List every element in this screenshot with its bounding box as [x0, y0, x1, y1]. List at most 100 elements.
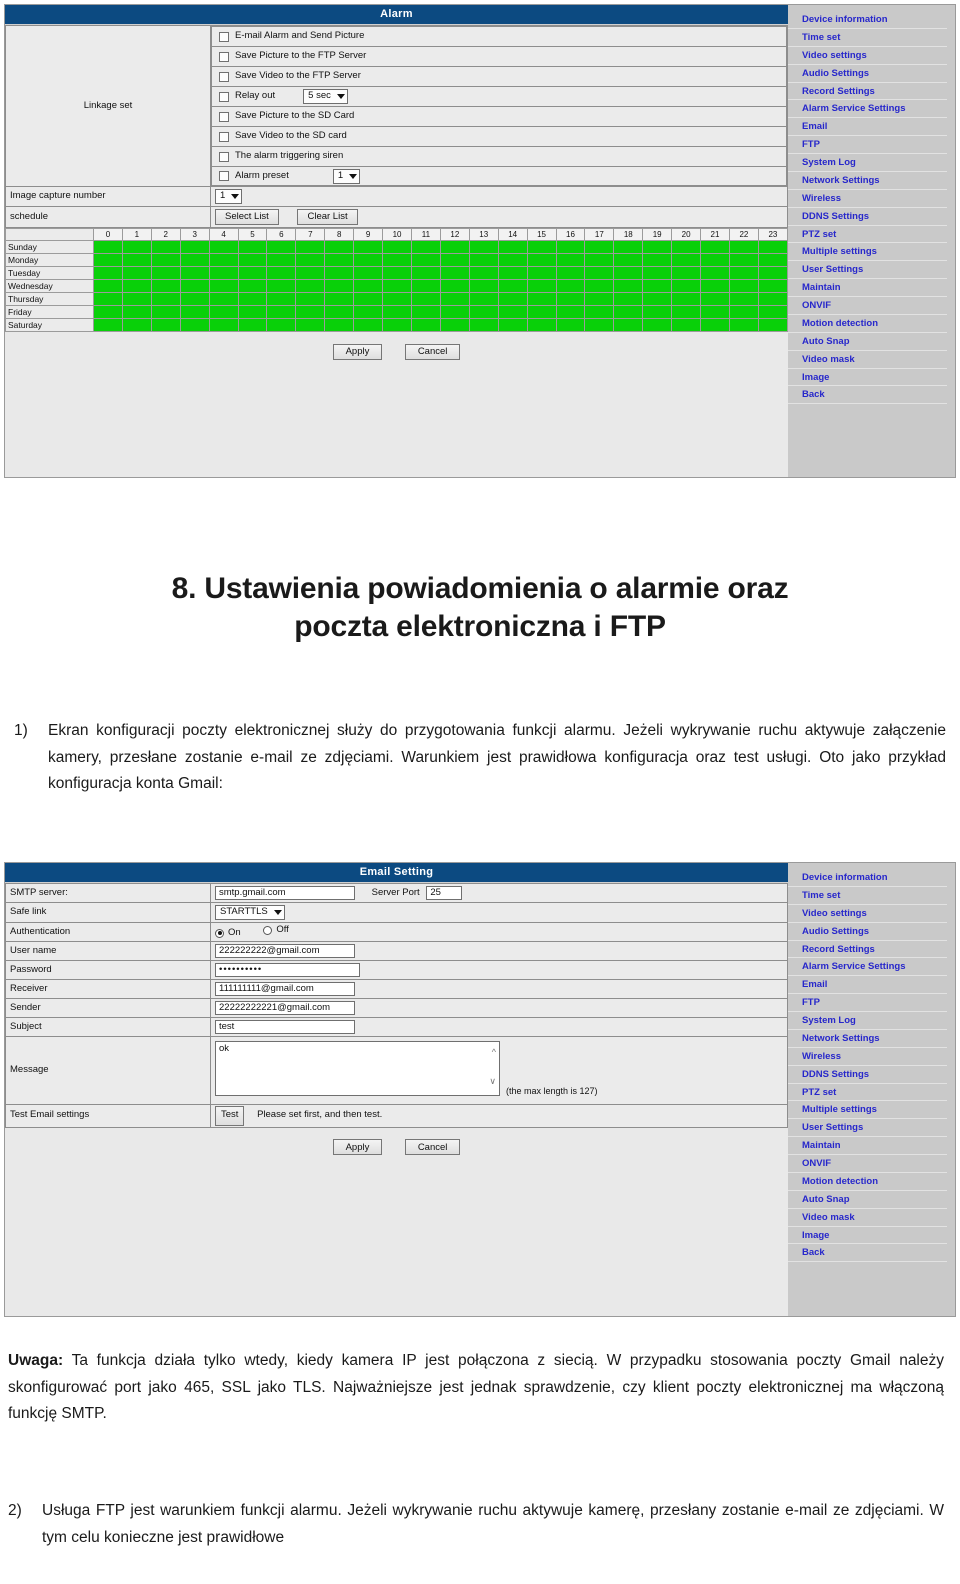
- schedule-cell[interactable]: [728, 266, 759, 281]
- checkbox-icon[interactable]: [219, 151, 229, 162]
- sidebar-item-audio-settings[interactable]: Audio Settings: [788, 67, 947, 83]
- checkbox-icon[interactable]: [219, 111, 229, 122]
- schedule-cell[interactable]: [497, 305, 528, 320]
- schedule-cell[interactable]: [439, 253, 470, 268]
- schedule-cell[interactable]: [613, 279, 644, 294]
- schedule-cell[interactable]: [324, 305, 355, 320]
- schedule-cell[interactable]: [353, 279, 384, 294]
- schedule-cell[interactable]: [179, 266, 210, 281]
- schedule-cell[interactable]: [555, 279, 586, 294]
- username-input[interactable]: 222222222@gmail.com: [215, 943, 355, 958]
- schedule-day-row[interactable]: Friday: [5, 305, 788, 320]
- schedule-cell[interactable]: [526, 292, 557, 307]
- radio-off[interactable]: Off: [263, 924, 289, 936]
- checkbox-icon[interactable]: [219, 91, 229, 102]
- relay-out-duration-select[interactable]: 5 sec: [303, 89, 348, 105]
- schedule-cell[interactable]: [757, 305, 788, 320]
- sidebar-item-ftp[interactable]: FTP: [788, 138, 947, 154]
- schedule-cell[interactable]: [382, 266, 412, 281]
- schedule-cell[interactable]: [324, 240, 355, 255]
- schedule-cell[interactable]: [700, 279, 730, 294]
- schedule-cell[interactable]: [468, 240, 499, 255]
- schedule-cell[interactable]: [526, 279, 557, 294]
- alarm-preset-select[interactable]: 1: [332, 168, 361, 184]
- schedule-cell[interactable]: [382, 240, 412, 255]
- schedule-cell[interactable]: [700, 266, 730, 281]
- image-capture-select[interactable]: 1: [215, 189, 243, 205]
- sidebar-item-system-log[interactable]: System Log: [788, 156, 947, 172]
- sidebar-item-alarm-service-settings[interactable]: Alarm Service Settings: [788, 102, 947, 119]
- schedule-cell[interactable]: [410, 253, 441, 268]
- sidebar-item-alarm-service-settings[interactable]: Alarm Service Settings: [788, 960, 947, 977]
- schedule-cell[interactable]: [642, 266, 673, 281]
- settings-sidebar-menu[interactable]: Device information Time set Video settings…: [788, 4, 956, 478]
- sidebar-item-maintain[interactable]: Maintain: [788, 281, 947, 297]
- schedule-cell[interactable]: [555, 266, 586, 281]
- schedule-cell[interactable]: [757, 318, 788, 333]
- schedule-cell[interactable]: [237, 318, 268, 333]
- sidebar-item-video-settings[interactable]: Video settings: [788, 49, 947, 65]
- sidebar-item-record-settings[interactable]: Record Settings: [788, 943, 947, 959]
- schedule-cell[interactable]: [439, 292, 470, 307]
- schedule-cell[interactable]: [671, 266, 702, 281]
- schedule-cell[interactable]: [497, 240, 528, 255]
- schedule-cell[interactable]: [150, 292, 181, 307]
- server-port-input[interactable]: 25: [426, 886, 463, 901]
- schedule-cell[interactable]: [757, 279, 788, 294]
- schedule-cell[interactable]: [410, 292, 441, 307]
- schedule-day-row[interactable]: Thursday: [5, 292, 788, 307]
- schedule-cell[interactable]: [208, 240, 239, 255]
- scroll-down-icon[interactable]: ∨: [489, 1076, 496, 1086]
- schedule-cell[interactable]: [237, 279, 268, 294]
- schedule-cell[interactable]: [237, 240, 268, 255]
- schedule-cell[interactable]: [526, 253, 557, 268]
- schedule-cell[interactable]: [93, 240, 123, 255]
- schedule-cell[interactable]: [468, 292, 499, 307]
- sidebar-item-video-settings[interactable]: Video settings: [788, 907, 947, 923]
- schedule-cell[interactable]: [353, 266, 384, 281]
- schedule-cell[interactable]: [700, 318, 730, 333]
- sidebar-item-video-mask[interactable]: Video mask: [788, 353, 947, 369]
- schedule-cell[interactable]: [208, 292, 239, 307]
- sidebar-item-onvif[interactable]: ONVIF: [788, 299, 947, 315]
- schedule-cell[interactable]: [497, 253, 528, 268]
- checkbox-icon[interactable]: [219, 71, 229, 82]
- cancel-button[interactable]: Cancel: [404, 343, 461, 360]
- sidebar-item-maintain[interactable]: Maintain: [788, 1139, 947, 1155]
- schedule-cell[interactable]: [353, 305, 384, 320]
- schedule-cell[interactable]: [266, 292, 297, 307]
- schedule-cell[interactable]: [642, 292, 673, 307]
- schedule-cell[interactable]: [208, 253, 239, 268]
- schedule-cell[interactable]: [642, 305, 673, 320]
- sidebar-item-motion-detection[interactable]: Motion detection: [788, 1175, 947, 1191]
- schedule-cell[interactable]: [324, 292, 355, 307]
- sidebar-item-device-information[interactable]: Device information: [788, 871, 947, 887]
- schedule-cell[interactable]: [439, 266, 470, 281]
- schedule-cell[interactable]: [353, 318, 384, 333]
- schedule-cell[interactable]: [728, 253, 759, 268]
- schedule-cell[interactable]: [700, 292, 730, 307]
- checkbox-row-save-video-sd[interactable]: Save Video to the SD card: [211, 126, 787, 147]
- schedule-cell[interactable]: [324, 266, 355, 281]
- sidebar-item-multiple-settings[interactable]: Multiple settings: [788, 1103, 947, 1120]
- sidebar-item-auto-snap[interactable]: Auto Snap: [788, 335, 947, 351]
- sidebar-item-network-settings[interactable]: Network Settings: [788, 174, 947, 190]
- schedule-cell[interactable]: [410, 318, 441, 333]
- checkbox-icon[interactable]: [219, 131, 229, 142]
- schedule-cell[interactable]: [382, 318, 412, 333]
- schedule-cell[interactable]: [121, 292, 152, 307]
- sidebar-item-ftp[interactable]: FTP: [788, 996, 947, 1012]
- radio-on-icon[interactable]: [215, 928, 224, 938]
- checkbox-row-save-picture-sd[interactable]: Save Picture to the SD Card: [211, 106, 787, 127]
- checkbox-row-email-alarm[interactable]: E-mail Alarm and Send Picture: [211, 26, 787, 47]
- schedule-cell[interactable]: [497, 279, 528, 294]
- schedule-cell[interactable]: [468, 279, 499, 294]
- schedule-cell[interactable]: [324, 318, 355, 333]
- sidebar-item-time-set[interactable]: Time set: [788, 31, 947, 47]
- schedule-cell[interactable]: [382, 253, 412, 268]
- sidebar-item-motion-detection[interactable]: Motion detection: [788, 317, 947, 333]
- schedule-cell[interactable]: [497, 266, 528, 281]
- schedule-cell[interactable]: [324, 253, 355, 268]
- sidebar-item-ptz-set[interactable]: PTZ set: [788, 228, 947, 244]
- schedule-cell[interactable]: [728, 240, 759, 255]
